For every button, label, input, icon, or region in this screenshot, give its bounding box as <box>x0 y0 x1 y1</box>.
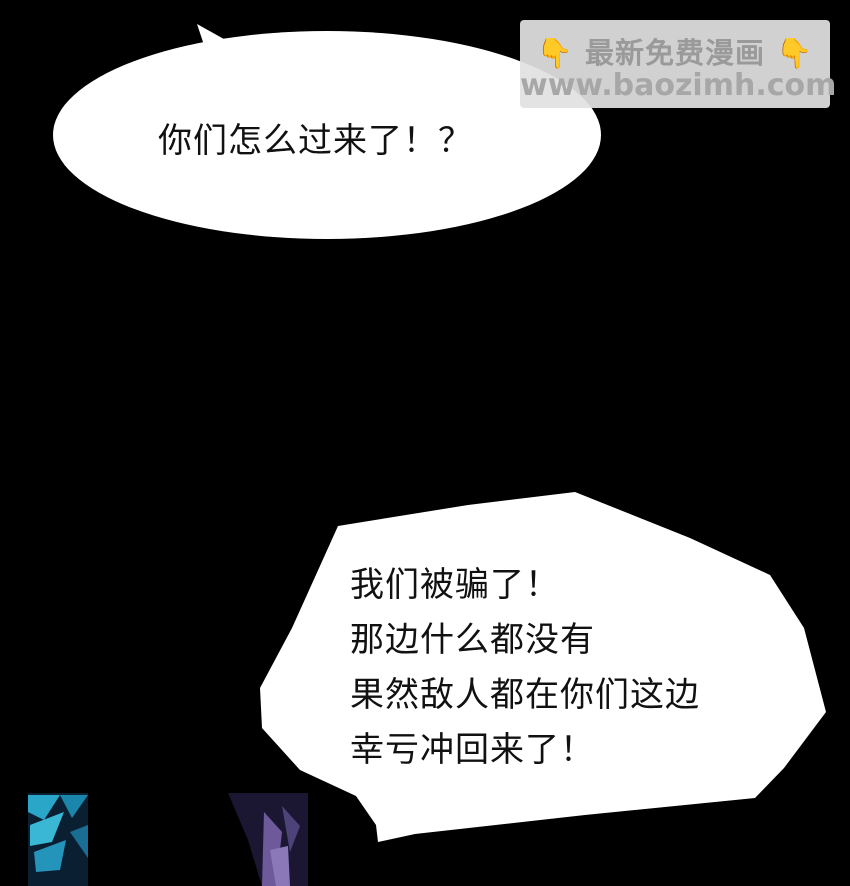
bubble-bottom-text: 我们被骗了！ 那边什么都没有 果然敌人都在你们这边 幸亏冲回来了！ <box>350 558 700 778</box>
comic-panel: 你们怎么过来了！？ 我们被骗了！ 那边什么都没有 果然敌人都在你们这边 幸亏冲回… <box>0 0 850 886</box>
bubble-bottom-line: 幸亏冲回来了！ <box>350 730 595 770</box>
bubble-bottom-line: 那边什么都没有 <box>350 620 595 660</box>
watermark-url: www.baozimh.com <box>520 68 837 103</box>
watermark-title: 👇 最新免费漫画 👇 <box>520 30 830 72</box>
bubble-bottom-line: 果然敌人都在你们这边 <box>350 675 700 715</box>
art-fragment-purple <box>228 793 308 886</box>
watermark-title-text: 最新免费漫画 <box>584 36 765 70</box>
bubble-bottom-line: 我们被骗了！ <box>350 565 560 605</box>
art-fragment-blue <box>28 793 88 886</box>
watermark: 👇 最新免费漫画 👇 www.baozimh.com <box>520 20 837 108</box>
pointing-down-hand-icon: 👇 <box>536 36 574 70</box>
bubble-top-text: 你们怎么过来了！？ <box>158 121 473 161</box>
pointing-down-hand-icon: 👇 <box>776 36 814 70</box>
